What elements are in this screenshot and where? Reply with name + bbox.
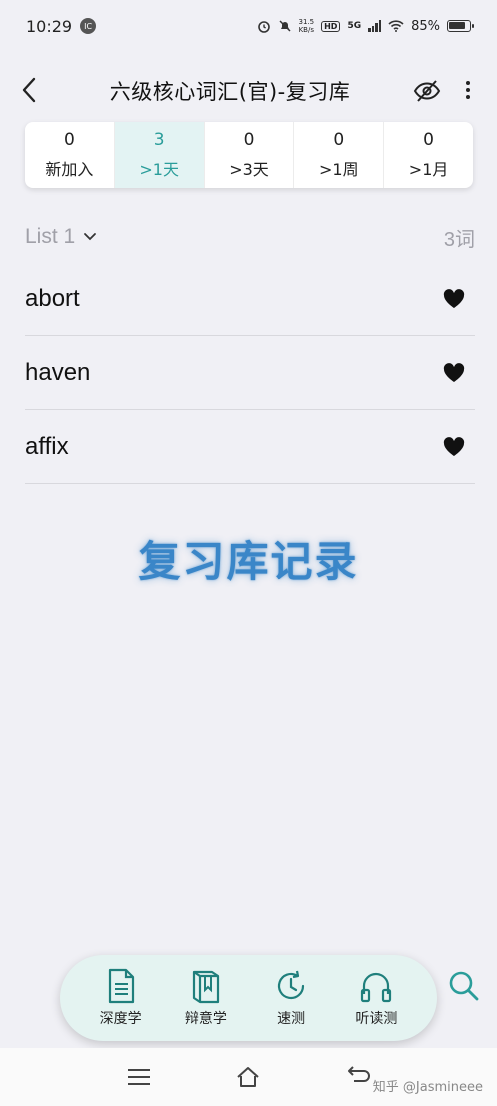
quick-test-button[interactable]: 速测 (255, 968, 327, 1028)
word-row[interactable]: affix (25, 410, 475, 484)
tab-1-month[interactable]: 0 >1月 (384, 122, 473, 188)
deep-study-button[interactable]: 深度学 (85, 968, 157, 1028)
back-nav-icon[interactable] (346, 1065, 372, 1089)
word-row[interactable]: abort (25, 262, 475, 336)
tab-count: 0 (423, 130, 434, 150)
signal-icon (368, 20, 382, 32)
list-name: List 1 (25, 225, 76, 248)
hide-meaning-button[interactable] (413, 78, 441, 104)
mute-icon (278, 20, 291, 32)
listen-read-test-button[interactable]: 听读测 (340, 968, 412, 1028)
status-right: 31.5 KB/s HD 5G 85% (257, 18, 474, 34)
home-icon[interactable] (235, 1065, 261, 1089)
alarm-icon (257, 21, 270, 33)
more-options-button[interactable] (461, 76, 475, 104)
hd-badge: HD (321, 20, 341, 32)
document-icon (108, 968, 134, 1004)
heart-icon[interactable] (443, 288, 465, 309)
study-mode-bar: 深度学 辩意学 速测 听读测 (60, 955, 437, 1041)
word-count: 3词 (443, 228, 475, 251)
system-nav-bar: 知乎 @Jasmineee (0, 1048, 497, 1106)
heart-icon[interactable] (443, 362, 465, 383)
wifi-icon (388, 20, 404, 32)
tab-label: >1月 (408, 160, 449, 179)
word-list: abort haven affix (25, 262, 475, 484)
battery-icon (447, 20, 474, 32)
tab-count: 0 (243, 130, 255, 150)
status-bar: 10:29 IC 31.5 KB/s HD 5G 85% (0, 0, 497, 52)
meaning-study-button[interactable]: 辩意学 (170, 968, 242, 1028)
net-speed-value: 31.5 (298, 18, 315, 26)
app-header: 六级核心词汇(官)-复习库 (0, 66, 497, 116)
tab-1-day[interactable]: 3 >1天 (114, 122, 205, 188)
book-icon (192, 970, 219, 1004)
word-row[interactable]: haven (25, 336, 475, 410)
tab-3-days[interactable]: 0 >3天 (205, 122, 295, 188)
tab-count: 0 (333, 130, 345, 150)
headphones-icon (361, 972, 392, 1003)
heart-icon[interactable] (443, 436, 465, 457)
status-time: 10:29 (26, 16, 73, 36)
notification-icon: IC (80, 18, 97, 34)
network-type: 5G (347, 21, 362, 31)
study-label: 辩意学 (184, 1011, 227, 1027)
credit-watermark: 知乎 @Jasmineee (372, 1080, 483, 1095)
more-dot (466, 87, 470, 92)
more-dot (466, 95, 470, 100)
timer-icon (278, 970, 305, 1000)
menu-icon[interactable] (126, 1065, 152, 1089)
tab-count: 0 (63, 130, 75, 150)
tab-new[interactable]: 0 新加入 (25, 122, 115, 188)
battery-percent: 85% (411, 18, 440, 34)
list-selector[interactable]: List 1 (25, 225, 97, 249)
tab-label: >3天 (229, 160, 269, 179)
study-label: 深度学 (99, 1011, 142, 1027)
study-label: 速测 (277, 1011, 306, 1027)
net-speed-unit: KB/s (298, 26, 314, 34)
search-icon[interactable] (448, 970, 480, 1002)
word-text: abort (25, 284, 80, 312)
tab-1-week[interactable]: 0 >1周 (294, 122, 385, 188)
list-header: List 1 3词 (25, 220, 475, 254)
overlay-caption: 复习库记录 (138, 537, 359, 586)
tab-label: >1周 (318, 160, 359, 179)
net-speed: 31.5 KB/s (299, 18, 315, 34)
study-label: 听读测 (355, 1011, 398, 1027)
tab-label: 新加入 (45, 160, 94, 179)
eye-off-icon (413, 80, 441, 102)
word-text: haven (25, 358, 91, 386)
status-left: 10:29 IC (26, 16, 97, 36)
tab-count: 3 (153, 130, 165, 150)
stage-tabs: 0 新加入 3 >1天 0 >3天 0 >1周 0 >1月 (25, 122, 473, 188)
more-dot (466, 80, 470, 85)
chevron-down-icon (84, 233, 97, 241)
word-text: affix (25, 432, 69, 460)
tab-label: >1天 (139, 160, 179, 179)
page-title: 六级核心词汇(官)-复习库 (109, 80, 351, 104)
